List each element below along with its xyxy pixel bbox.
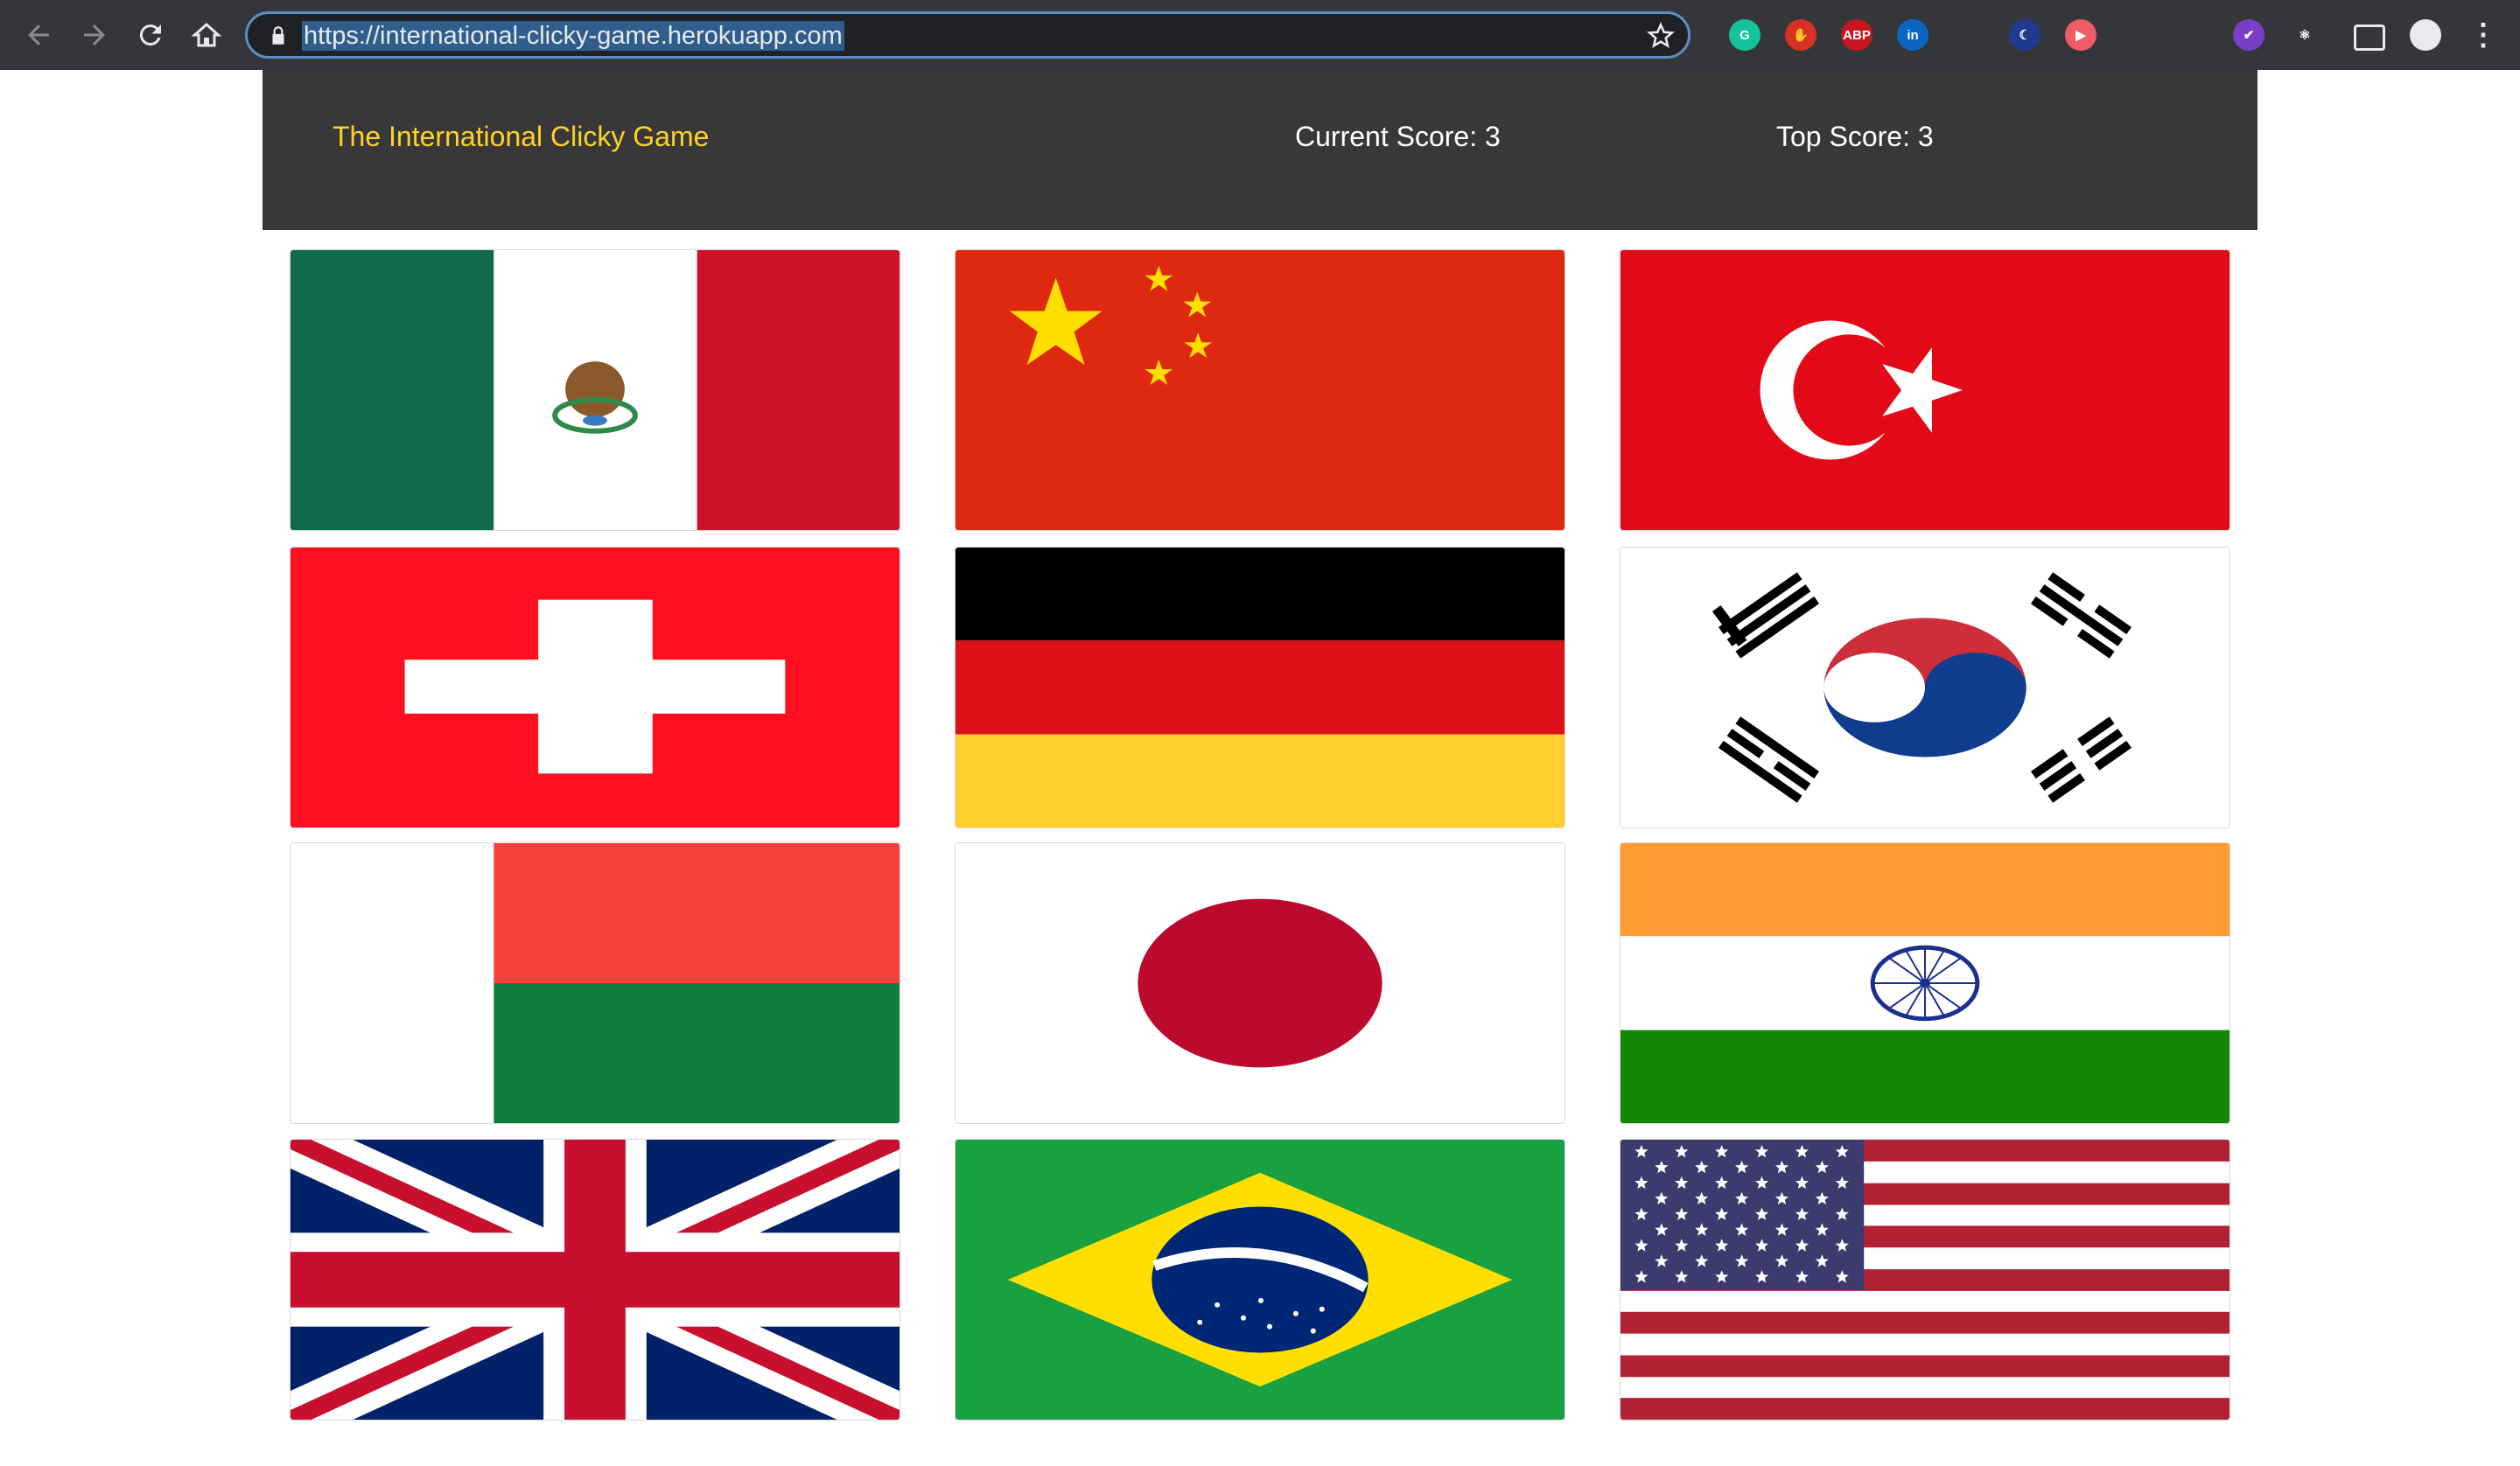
brazil-flag-icon: [956, 1140, 1564, 1420]
china-flag-icon: [956, 250, 1564, 530]
brand-title[interactable]: The International Clicky Game: [332, 121, 709, 153]
video-icon[interactable]: ▶: [2065, 19, 2096, 51]
game-navbar: The International Clicky Game Current Sc…: [262, 70, 2258, 230]
flag-card-switzerland[interactable]: [290, 547, 900, 828]
cast-icon[interactable]: [2354, 24, 2385, 51]
address-bar[interactable]: https://international-clicky-game.heroku…: [245, 11, 1690, 59]
flag-card-united-kingdom[interactable]: [290, 1139, 900, 1421]
url-text[interactable]: https://international-clicky-game.heroku…: [302, 21, 844, 51]
top-score: Top Score: 3: [1776, 121, 1934, 152]
madagascar-flag-icon: [290, 843, 900, 1123]
turkey-flag-icon: [1620, 250, 2230, 530]
menu-kebab-icon[interactable]: ⋮: [2468, 18, 2499, 52]
bookmark-star-icon[interactable]: [1646, 21, 1676, 51]
flag-card-china[interactable]: [955, 249, 1565, 531]
back-icon[interactable]: [12, 9, 65, 61]
japan-flag-icon: [956, 843, 1564, 1123]
browser-toolbar: https://international-clicky-game.heroku…: [0, 0, 2520, 70]
flag-card-united-states[interactable]: [1620, 1139, 2230, 1421]
eyedropper-icon[interactable]: [2121, 19, 2152, 51]
united-kingdom-flag-icon: [290, 1140, 900, 1420]
flag-card-mexico[interactable]: [290, 249, 900, 531]
current-score: Current Score: 3: [1295, 121, 1501, 152]
hand-stop-icon[interactable]: ✋: [1785, 19, 1816, 51]
linkedin-icon[interactable]: in: [1897, 19, 1928, 51]
forward-icon[interactable]: [68, 9, 121, 61]
switzerland-flag-icon: [290, 548, 900, 827]
flag-card-madagascar[interactable]: [290, 842, 900, 1124]
reload-icon[interactable]: [124, 9, 177, 61]
united-states-flag-icon: [1620, 1140, 2230, 1420]
flag-card-brazil[interactable]: [955, 1139, 1565, 1421]
mexico-flag-icon: [290, 250, 900, 530]
flag-card-south-korea[interactable]: [1620, 547, 2230, 828]
cloud-icon[interactable]: [2177, 19, 2208, 51]
moon-icon[interactable]: ☾: [2009, 19, 2040, 51]
profile-avatar-icon[interactable]: [2410, 19, 2441, 51]
lock-icon[interactable]: [267, 24, 290, 47]
south-korea-flag-icon: [1620, 548, 2230, 827]
react-icon[interactable]: ⚛: [2289, 19, 2320, 51]
home-icon[interactable]: [180, 9, 233, 61]
check-icon[interactable]: ✔: [2233, 19, 2264, 51]
grammarly-icon[interactable]: G: [1729, 19, 1760, 51]
germany-flag-icon: [956, 548, 1564, 827]
flag-card-japan[interactable]: [955, 842, 1565, 1124]
adblock-plus-icon[interactable]: ABP: [1841, 19, 1872, 51]
flag-card-turkey[interactable]: [1620, 249, 2230, 531]
rainbow-icon[interactable]: [1953, 19, 1984, 51]
india-flag-icon: [1620, 843, 2230, 1123]
flag-card-india[interactable]: [1620, 842, 2230, 1124]
flag-card-germany[interactable]: [955, 547, 1565, 828]
